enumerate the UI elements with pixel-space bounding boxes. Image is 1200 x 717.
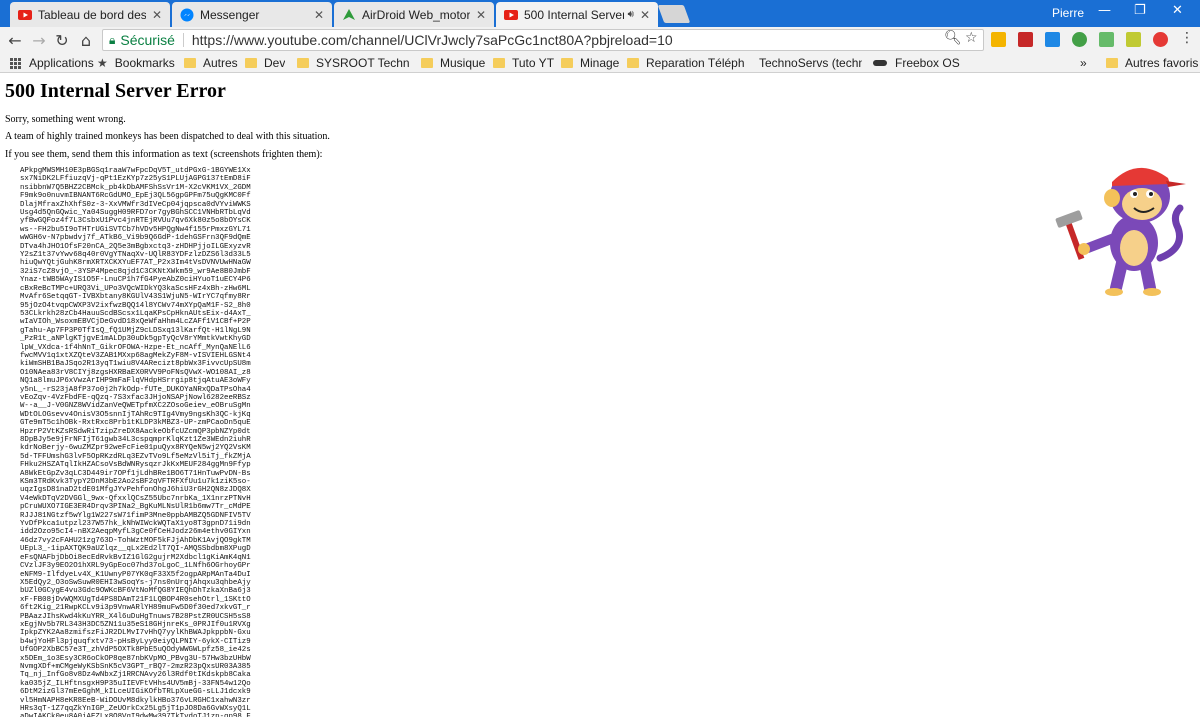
messenger-icon [180, 8, 194, 22]
home-icon[interactable]: ⌂ [76, 30, 96, 50]
bookmark-folder[interactable]: Minage [561, 56, 619, 70]
reload-icon[interactable]: ↻ [52, 30, 72, 50]
bookmark-freebox[interactable]: Freebox OS [873, 56, 960, 70]
lock-icon: 🔒︎ [109, 32, 116, 47]
star-icon: ★ [97, 56, 108, 70]
bookmark-label: Tuto YT [512, 56, 555, 70]
secure-label: Sécurisé [120, 32, 175, 48]
bookmark-label: Bookmarks [114, 56, 175, 70]
forward-arrow-icon[interactable]: → [29, 30, 49, 50]
address-bar[interactable]: 🔒︎ Sécurisé https://www.youtube.com/chan… [102, 29, 984, 51]
back-arrow-icon[interactable]: ← [5, 30, 25, 50]
menu-icon[interactable]: ⋮ [1180, 30, 1194, 46]
bookmark-label: Reparation Téléphon [646, 56, 745, 70]
new-tab-button[interactable] [657, 5, 691, 23]
divider [182, 33, 184, 47]
bookmark-technoservs[interactable]: TechnoServs (techno [752, 56, 862, 70]
youtube-icon [504, 8, 518, 22]
tab-youtube-dashboard[interactable]: Tableau de bord des diffu ✕ [10, 2, 170, 27]
close-tab-icon[interactable]: ✕ [476, 8, 486, 22]
extension-icon[interactable] [1126, 32, 1141, 47]
profile-name[interactable]: Pierre [1052, 6, 1084, 20]
extension-icon[interactable] [1018, 32, 1033, 47]
bookmark-folder[interactable]: Reparation Téléphon [627, 56, 745, 70]
folder-icon [184, 58, 196, 68]
bookmark-bookmarks[interactable]: ★ Bookmarks [97, 56, 175, 70]
extension-icon[interactable] [1045, 32, 1060, 47]
tab-label: Messenger [200, 7, 260, 22]
bookmark-label: TechnoServs (techno [759, 56, 862, 70]
bookmark-label: Autres [203, 56, 238, 70]
close-tab-icon[interactable]: ✕ [314, 8, 324, 22]
bookmark-label: Autres favoris [1125, 56, 1199, 70]
error-message: A team of highly trained monkeys has bee… [5, 131, 330, 142]
tab-strip: Tableau de bord des diffu ✕ Messenger ✕ … [0, 0, 1200, 27]
restore-icon[interactable]: ❐ [1134, 3, 1146, 18]
minimize-icon[interactable]: — [1098, 3, 1111, 18]
folder-icon [561, 58, 573, 68]
error-message: Sorry, something went wrong. [5, 114, 126, 125]
extension-icon[interactable] [991, 32, 1006, 47]
airdroid-icon [342, 8, 356, 22]
close-tab-icon[interactable]: ✕ [152, 8, 162, 22]
bookmark-label: Musique [440, 56, 486, 70]
page-content: 500 Internal Server Error Sorry, somethi… [0, 74, 1200, 717]
bookmark-other-favorites[interactable]: Autres favoris [1106, 56, 1198, 70]
bookmark-folder[interactable]: Dev [245, 56, 285, 70]
folder-icon [493, 58, 505, 68]
search-icon[interactable]: 🔍︎ [944, 30, 962, 46]
speaker-icon[interactable]: 🔊︎ [628, 9, 634, 20]
bookmark-label: Applications [29, 56, 94, 70]
bookmarks-bar: Applications ★ Bookmarks Autres Dev SYSR… [0, 53, 1200, 73]
bookmark-label: Freebox OS [895, 56, 960, 70]
url-text[interactable]: https://www.youtube.com/channel/UClVrJwc… [192, 32, 673, 48]
bookmark-folder[interactable]: SYSROOT TechnoSer [297, 56, 409, 70]
browser-toolbar: ← → ↻ ⌂ 🔒︎ Sécurisé https://www.youtube.… [0, 27, 1200, 53]
bookmark-apps[interactable]: Applications [10, 56, 94, 70]
error-debug-info: APkpgMWSMH10E3pBGSq1raaW7wFpcDqV5T_utdPG… [20, 167, 251, 717]
folder-icon [245, 58, 257, 68]
folder-icon [297, 58, 309, 68]
tab-label: Tableau de bord des diffu [38, 7, 146, 22]
extension-icon[interactable] [1072, 32, 1087, 47]
tab-label: 500 Internal Server Er [524, 7, 624, 22]
youtube-icon [18, 8, 32, 22]
tab-airdroid[interactable]: AirDroid Web_motorola ✕ [334, 2, 494, 27]
folder-icon [421, 58, 433, 68]
extension-icon[interactable] [1153, 32, 1168, 47]
folder-icon [1106, 58, 1118, 68]
page-title: 500 Internal Server Error [5, 80, 226, 102]
bookmark-folder[interactable]: Tuto YT [493, 56, 554, 70]
chevron-right-icon: » [1080, 56, 1087, 70]
tab-messenger[interactable]: Messenger ✕ [172, 2, 332, 27]
bookmark-folder[interactable]: Musique [421, 56, 485, 70]
extension-icon[interactable] [1099, 32, 1114, 47]
monkey-illustration [1055, 167, 1186, 296]
folder-icon [627, 58, 639, 68]
bookmark-label: Dev [264, 56, 286, 70]
bookmark-folder[interactable]: Autres [184, 56, 238, 70]
close-tab-icon[interactable]: ✕ [640, 8, 650, 22]
tab-server-error[interactable]: 500 Internal Server Er 🔊︎ ✕ [496, 2, 658, 27]
error-message: If you see them, send them this informat… [5, 149, 323, 160]
star-icon[interactable]: ☆ [965, 30, 978, 46]
bookmark-label: Minage [580, 56, 620, 70]
freebox-icon [873, 60, 887, 66]
close-window-icon[interactable]: ✕ [1172, 3, 1183, 18]
bookmarks-overflow-button[interactable]: » [1080, 56, 1087, 70]
apps-grid-icon [10, 57, 21, 69]
tab-label: AirDroid Web_motorola [362, 7, 470, 22]
bookmark-label: SYSROOT TechnoSer [316, 56, 409, 70]
